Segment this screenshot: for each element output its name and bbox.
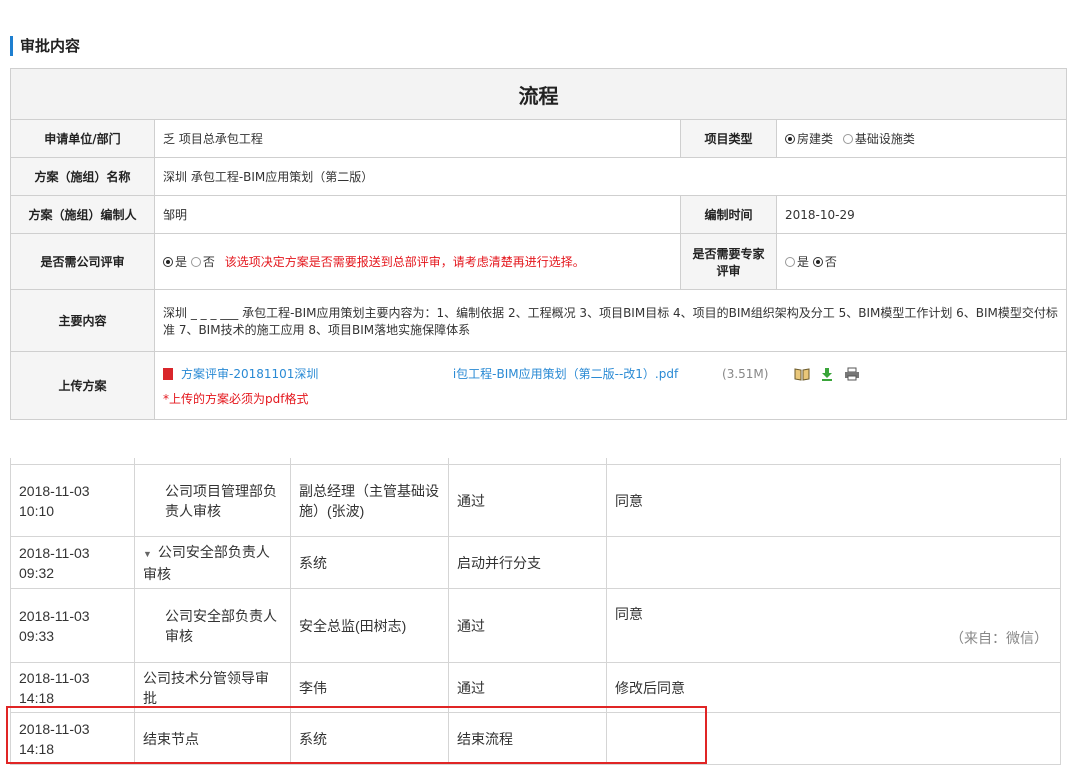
- company-review-yes-label: 是: [175, 255, 188, 269]
- expert-review-yes-label: 是: [797, 255, 810, 269]
- log-handler: 李伟: [290, 662, 449, 713]
- log-handler: 安全总监(田树志): [290, 588, 449, 663]
- expert-review-field: 是 否: [775, 233, 1068, 290]
- log-comment: 同意: [606, 464, 1061, 537]
- company-review-radio-no[interactable]: [190, 257, 201, 267]
- log-comment-cell: 同意 （来自：微信）: [606, 588, 1061, 663]
- log-action: 通过: [448, 464, 607, 537]
- main-content-value: 深圳 _ _ _ ___ 承包工程-BIM应用策划主要内容为：1、编制依据 2、…: [153, 289, 1068, 352]
- table-row: 2018-11-03 14:18 公司技术分管领导审批 李伟 通过 修改后同意: [10, 662, 1061, 713]
- log-time: 2018-11-03 09:32: [10, 536, 135, 589]
- section-title: 审批内容: [10, 36, 80, 56]
- table-row: 2018-11-03 09:32 ▼ 公司安全部负责人审核 系统 启动并行分支: [10, 536, 1061, 589]
- log-action: 结束流程: [448, 712, 607, 765]
- project-type-option-building: 房建类: [797, 132, 834, 146]
- log-node: 公司安全部负责人审核: [143, 543, 270, 582]
- applicant-value: 乏 项目总承包工程: [154, 119, 681, 158]
- edit-time-value: 2018-10-29: [775, 195, 1068, 234]
- plan-name-label: 方案（施组）名称: [10, 157, 155, 196]
- editor-label: 方案（施组）编制人: [10, 195, 155, 234]
- log-action: 通过: [448, 588, 607, 663]
- table-row: 2018-11-03 09:33 公司安全部负责人审核 安全总监(田树志) 通过…: [10, 588, 1061, 663]
- table-row: 2018-11-03 10:10 公司项目管理部负责人审核 副总经理（主管基础设…: [10, 464, 1061, 537]
- plan-name-value: 深圳 承包工程-BIM应用策划（第二版）: [153, 157, 1068, 196]
- collapse-triangle-icon[interactable]: ▼: [143, 549, 152, 559]
- main-content-label: 主要内容: [10, 289, 155, 352]
- project-type-label: 项目类型: [680, 119, 777, 158]
- edit-time-label: 编制时间: [680, 195, 777, 234]
- project-type-options: 房建类 基础设施类: [775, 119, 1068, 158]
- file-name-part-a: 方案评审-20181101深圳: [181, 366, 319, 381]
- file-name-part-b: i包工程-BIM应用策划（第二版--改1）.pdf: [318, 366, 679, 381]
- editor-value: 邹明: [154, 195, 681, 234]
- pdf-file-icon: [163, 367, 173, 380]
- form-title: ​流程: [9, 68, 1068, 120]
- upload-field: 方案评审-20181101深圳 i包工程-BIM应用策划（第二版--改1）.pd…: [153, 351, 1068, 420]
- expert-review-no-label: 否: [824, 255, 837, 269]
- company-review-no-label: 否: [202, 255, 215, 269]
- upload-label: 上传方案: [10, 351, 155, 420]
- log-node: 公司技术分管领导审批: [134, 662, 291, 713]
- expert-review-label: 是否需要专家评审: [680, 233, 777, 290]
- company-review-field: 是 否 该选项决定方案是否需要报送到总部评审，请考虑清楚再进行选择。: [154, 233, 681, 290]
- upload-note: *上传的方案必须为pdf格式: [163, 391, 309, 406]
- table-row: 2018-11-03 14:18 结束节点 系统 结束流程: [10, 712, 1061, 765]
- file-size: (3.51M): [722, 366, 769, 381]
- log-handler: 系统: [290, 712, 449, 765]
- expert-review-radio-no[interactable]: [812, 257, 823, 267]
- applicant-label: 申请单位/部门: [10, 119, 155, 158]
- log-time: 2018-11-03 14:18: [10, 662, 135, 713]
- preview-book-icon[interactable]: [794, 367, 810, 384]
- file-link[interactable]: 方案评审-20181101深圳 i包工程-BIM应用策划（第二版--改1）.pd…: [181, 367, 678, 381]
- expert-review-radio-yes[interactable]: [785, 257, 795, 267]
- log-comment: [606, 536, 1061, 589]
- log-time: 2018-11-03 09:33: [10, 588, 135, 663]
- log-handler: 副总经理（主管基础设施）(张波): [290, 464, 449, 537]
- log-node-cell: ▼ 公司安全部负责人审核: [134, 536, 291, 589]
- approval-log-table: 2018-11-03 10:10 公司项目管理部负责人审核 副总经理（主管基础设…: [10, 458, 1061, 765]
- log-node: 公司安全部负责人审核: [134, 588, 291, 663]
- project-type-option-infrastructure: 基础设施类: [854, 132, 915, 146]
- company-review-label: 是否需公司评审: [10, 233, 155, 290]
- log-source: （来自：微信）: [950, 629, 1048, 646]
- log-time: 2018-11-03 14:18: [10, 712, 135, 765]
- print-icon[interactable]: [844, 367, 860, 384]
- company-review-note: 该选项决定方案是否需要报送到总部评审，请考虑清楚再进行选择。: [224, 255, 585, 269]
- project-type-radio-building[interactable]: [785, 134, 795, 144]
- log-comment: [606, 712, 1061, 765]
- download-icon[interactable]: [820, 367, 834, 384]
- log-time: 2018-11-03 10:10: [10, 464, 135, 537]
- log-comment: 修改后同意: [606, 662, 1061, 713]
- log-comment: 同意: [615, 605, 643, 622]
- log-action: 通过: [448, 662, 607, 713]
- log-handler: 系统: [290, 536, 449, 589]
- log-node: 结束节点: [134, 712, 291, 765]
- approval-form: ​流程 申请单位/部门 乏 项目总承包工程 项目类型 房建类 基础设施类 方案（…: [9, 68, 1068, 420]
- project-type-radio-infrastructure[interactable]: [842, 134, 853, 144]
- log-action: 启动并行分支: [448, 536, 607, 589]
- log-node: 公司项目管理部负责人审核: [134, 464, 291, 537]
- company-review-radio-yes[interactable]: [163, 257, 173, 267]
